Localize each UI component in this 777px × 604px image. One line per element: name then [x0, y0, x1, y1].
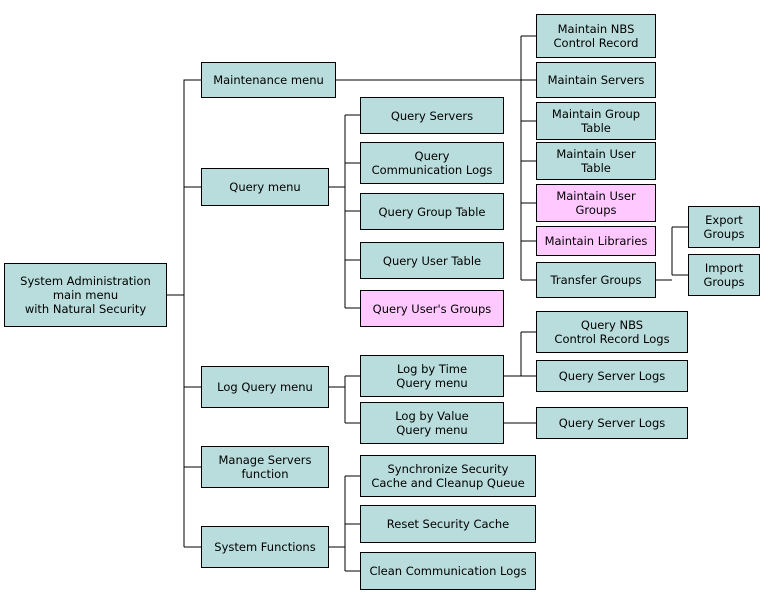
node-label-query-user-table: Query User Table	[382, 253, 482, 268]
node-query-server-logs-time[interactable]: Query Server Logs	[536, 360, 688, 392]
node-query-users-groups[interactable]: Query User's Groups	[360, 290, 504, 327]
node-label-import-groups: Import Groups	[703, 261, 745, 289]
node-maintain-group-table[interactable]: Maintain Group Table	[536, 102, 656, 140]
node-label-maintain-nbs-control-record: Maintain NBS Control Record	[553, 22, 639, 50]
node-import-groups[interactable]: Import Groups	[688, 254, 760, 296]
node-label-query-servers: Query Servers	[390, 108, 474, 123]
node-label-query-communication-logs: Query Communication Logs	[371, 149, 493, 177]
node-label-maintain-group-table: Maintain Group Table	[551, 107, 641, 135]
node-label-maintain-servers: Maintain Servers	[547, 73, 645, 87]
node-label-export-groups: Export Groups	[703, 213, 745, 241]
node-system-functions[interactable]: System Functions	[201, 526, 329, 568]
node-label-log-by-value-query-menu: Log by Value Query menu	[395, 409, 469, 437]
node-label-root: System Administration main menu with Nat…	[20, 274, 151, 316]
node-clean-communication-logs[interactable]: Clean Communication Logs	[360, 552, 536, 590]
node-label-maintain-user-groups: Maintain User Groups	[556, 189, 636, 217]
node-label-reset-security-cache: Reset Security Cache	[386, 517, 510, 531]
node-label-query-server-logs-value: Query Server Logs	[558, 416, 666, 430]
node-query-menu[interactable]: Query menu	[201, 168, 329, 206]
node-log-query-menu[interactable]: Log Query menu	[201, 366, 329, 408]
connector-root-trunk	[167, 79, 201, 296]
node-label-query-server-logs-time: Query Server Logs	[558, 369, 666, 383]
node-label-query-group-table: Query Group Table	[378, 204, 486, 219]
node-reset-security-cache[interactable]: Reset Security Cache	[360, 505, 536, 543]
node-transfer-groups[interactable]: Transfer Groups	[536, 262, 656, 298]
diagram-canvas: System Administration main menu with Nat…	[0, 0, 777, 604]
node-label-synchronize-security-cache: Synchronize Security Cache and Cleanup Q…	[371, 462, 525, 490]
node-label-maintain-user-table: Maintain User Table	[556, 147, 636, 175]
connector-root-trunk-lower	[183, 295, 201, 388]
node-synchronize-security-cache[interactable]: Synchronize Security Cache and Cleanup Q…	[360, 455, 536, 497]
node-label-query-nbs-control-record-logs: Query NBS Control Record Logs	[554, 318, 670, 346]
node-maintain-user-table[interactable]: Maintain User Table	[536, 142, 656, 180]
node-root[interactable]: System Administration main menu with Nat…	[4, 263, 167, 327]
node-maintain-servers[interactable]: Maintain Servers	[536, 62, 656, 98]
node-label-query-menu: Query menu	[229, 180, 301, 194]
node-label-log-query-menu: Log Query menu	[217, 380, 313, 394]
node-label-query-users-groups: Query User's Groups	[372, 301, 492, 316]
node-query-group-table[interactable]: Query Group Table	[360, 193, 504, 230]
node-query-servers[interactable]: Query Servers	[360, 97, 504, 134]
node-query-server-logs-value[interactable]: Query Server Logs	[536, 407, 688, 439]
node-label-maintenance-menu: Maintenance menu	[213, 73, 324, 87]
node-label-transfer-groups: Transfer Groups	[550, 273, 642, 287]
node-query-nbs-control-record-logs[interactable]: Query NBS Control Record Logs	[536, 311, 688, 353]
node-maintenance-menu[interactable]: Maintenance menu	[201, 62, 336, 98]
node-manage-servers-function[interactable]: Manage Servers function	[201, 446, 329, 488]
node-label-log-by-time-query-menu: Log by Time Query menu	[396, 362, 468, 390]
node-label-system-functions: System Functions	[214, 540, 316, 554]
node-export-groups[interactable]: Export Groups	[688, 206, 760, 248]
node-label-maintain-libraries: Maintain Libraries	[544, 234, 648, 248]
node-log-by-value-query-menu[interactable]: Log by Value Query menu	[360, 402, 504, 444]
node-log-by-time-query-menu[interactable]: Log by Time Query menu	[360, 355, 504, 397]
node-maintain-libraries[interactable]: Maintain Libraries	[536, 226, 656, 256]
node-maintain-nbs-control-record[interactable]: Maintain NBS Control Record	[536, 14, 656, 58]
node-query-communication-logs[interactable]: Query Communication Logs	[360, 142, 504, 184]
node-maintain-user-groups[interactable]: Maintain User Groups	[536, 184, 656, 222]
node-label-clean-communication-logs: Clean Communication Logs	[369, 564, 527, 578]
node-query-user-table[interactable]: Query User Table	[360, 242, 504, 279]
node-label-manage-servers-function: Manage Servers function	[218, 453, 312, 481]
